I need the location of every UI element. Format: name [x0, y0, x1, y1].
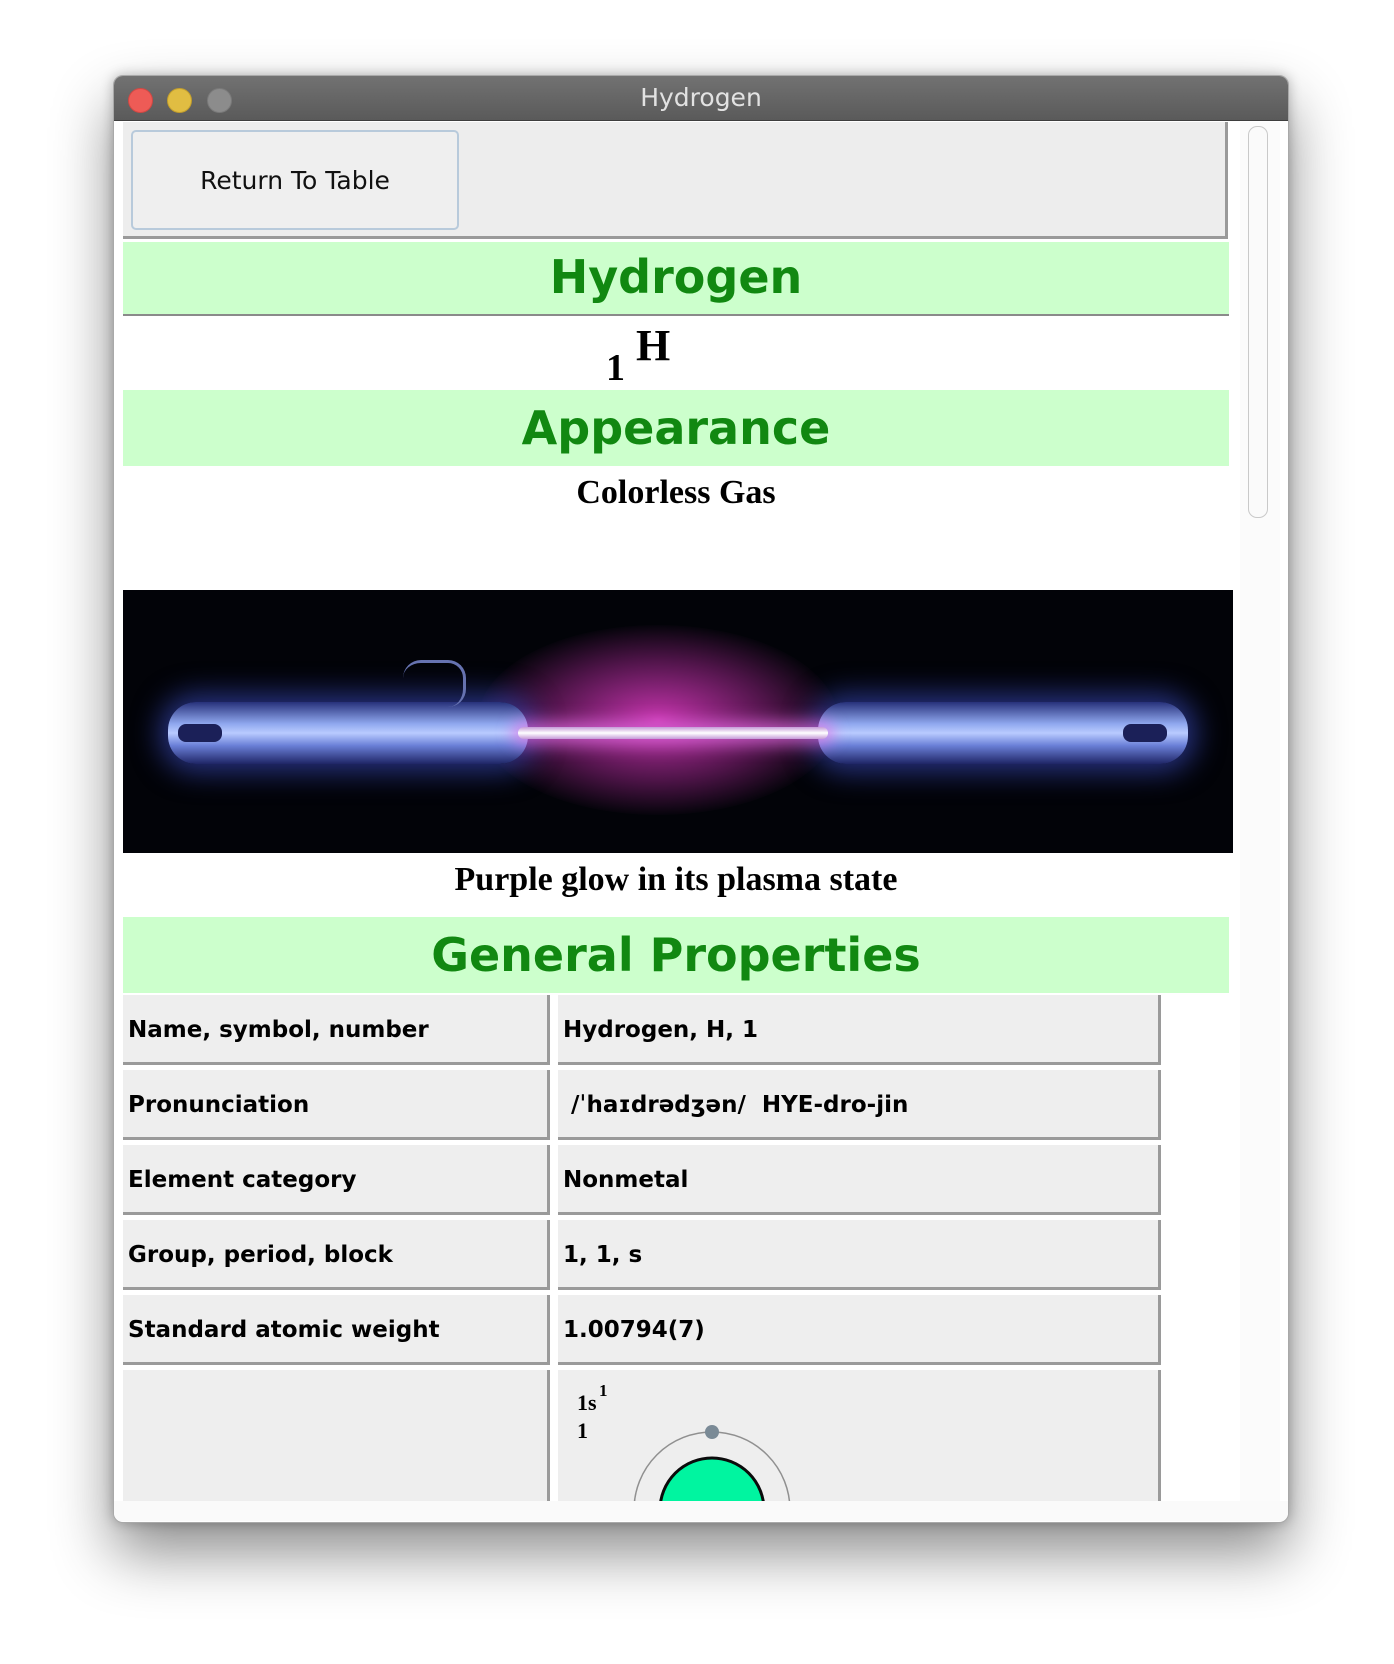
- bottom-edge: [114, 1501, 1288, 1521]
- property-key: Element category: [123, 1145, 550, 1215]
- table-row-electron-shell: 1s 1 1: [123, 1370, 1229, 1510]
- property-value: 1, 1, s: [558, 1220, 1161, 1290]
- table-row: Pronunciation /ˈhaɪdrədʒən/ HYE-dro-jin: [123, 1070, 1229, 1140]
- property-key: Name, symbol, number: [123, 995, 550, 1065]
- appearance-caption: Purple glow in its plasma state: [454, 861, 898, 898]
- element-symbol-box: 1 H: [123, 316, 1229, 390]
- toolbar: Return To Table: [123, 122, 1228, 239]
- table-row: Standard atomic weight 1.00794(7): [123, 1295, 1229, 1365]
- element-window: Hydrogen Return To Table Hydrogen 1 H Ap…: [113, 75, 1289, 1523]
- property-key-empty: [123, 1370, 550, 1510]
- property-key: Standard atomic weight: [123, 1295, 550, 1365]
- general-properties-heading: General Properties: [123, 917, 1229, 993]
- return-to-table-button[interactable]: Return To Table: [131, 130, 459, 230]
- table-row: Group, period, block 1, 1, s: [123, 1220, 1229, 1290]
- scrollbar-thumb[interactable]: [1248, 126, 1268, 518]
- appearance-description: Colorless Gas: [576, 474, 776, 511]
- property-value: Hydrogen, H, 1: [558, 995, 1161, 1065]
- property-value: 1.00794(7): [558, 1295, 1161, 1365]
- property-key: Group, period, block: [123, 1220, 550, 1290]
- bohr-model-diagram: [633, 1425, 791, 1510]
- atomic-number: 1: [606, 347, 625, 389]
- appearance-description-box: Colorless Gas: [123, 466, 1229, 590]
- property-value: Nonmetal: [558, 1145, 1161, 1215]
- element-symbol: H: [636, 321, 671, 370]
- caption-box: Purple glow in its plasma state: [123, 853, 1229, 917]
- table-row: Name, symbol, number Hydrogen, H, 1: [123, 995, 1229, 1065]
- plasma-tube-image: [123, 590, 1233, 853]
- property-key: Pronunciation: [123, 1070, 550, 1140]
- electron: [705, 1425, 719, 1439]
- content-area: Return To Table Hydrogen 1 H Appearance …: [114, 121, 1288, 1521]
- appearance-heading: Appearance: [123, 390, 1229, 466]
- window-title: Hydrogen: [640, 83, 762, 112]
- electron-shell-cell: 1s 1 1: [558, 1370, 1161, 1510]
- element-name-heading: Hydrogen: [123, 242, 1229, 316]
- table-row: Element category Nonmetal: [123, 1145, 1229, 1215]
- title-bar: Hydrogen: [114, 76, 1288, 121]
- property-value: /ˈhaɪdrədʒən/ HYE-dro-jin: [558, 1070, 1161, 1140]
